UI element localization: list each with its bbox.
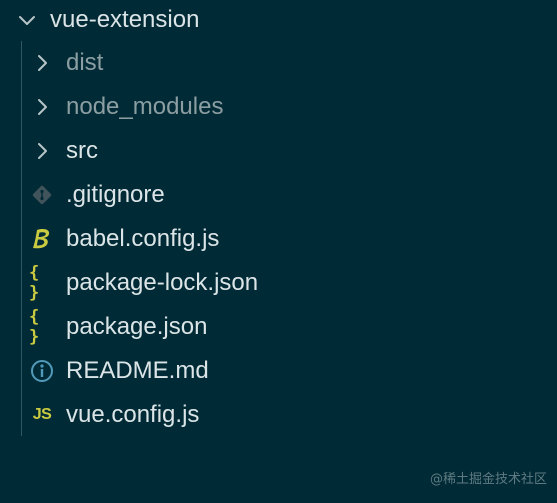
tree-item-label: src: [66, 137, 98, 164]
watermark: @稀土掘金技术社区: [429, 472, 547, 487]
json-braces-icon: { }: [29, 307, 39, 347]
tree-item-gitignore[interactable]: .gitignore: [0, 173, 557, 217]
tree-item-label: vue.config.js: [66, 401, 200, 428]
tree-item-readme[interactable]: README.md: [0, 349, 557, 393]
tree-item-vue-config[interactable]: JS vue.config.js: [0, 393, 557, 437]
babel-icon: [29, 226, 55, 252]
chevron-right-icon[interactable]: [29, 138, 55, 164]
tree-item-label: README.md: [66, 357, 209, 384]
json-braces-icon: { }: [29, 263, 39, 303]
tree-item-src[interactable]: src: [0, 129, 557, 173]
info-icon: [29, 358, 55, 384]
tree-item-label: dist: [66, 49, 104, 76]
tree-item-dist[interactable]: dist: [0, 41, 557, 85]
tree-item-package-lock-json[interactable]: { } package-lock.json: [0, 261, 557, 305]
tree-item-label: package.json: [66, 313, 208, 340]
tree-item-label: babel.config.js: [66, 225, 220, 252]
tree-item-node-modules[interactable]: node_modules: [0, 85, 557, 129]
file-explorer: vue-extension dist node_modules src .git…: [0, 0, 557, 503]
tree-item-label: node_modules: [66, 93, 224, 120]
tree-item-label: .gitignore: [66, 181, 165, 208]
chevron-right-icon[interactable]: [29, 50, 55, 76]
tree-item-package-json[interactable]: { } package.json: [0, 305, 557, 349]
folder-root-vue-extension[interactable]: vue-extension: [0, 0, 557, 40]
root-folder-label: vue-extension: [50, 6, 200, 33]
chevron-right-icon[interactable]: [29, 94, 55, 120]
js-icon: JS: [32, 406, 52, 423]
git-icon: [29, 182, 55, 208]
chevron-down-icon[interactable]: [14, 7, 40, 33]
tree-item-babel-config[interactable]: babel.config.js: [0, 217, 557, 261]
tree-item-label: package-lock.json: [66, 269, 259, 296]
